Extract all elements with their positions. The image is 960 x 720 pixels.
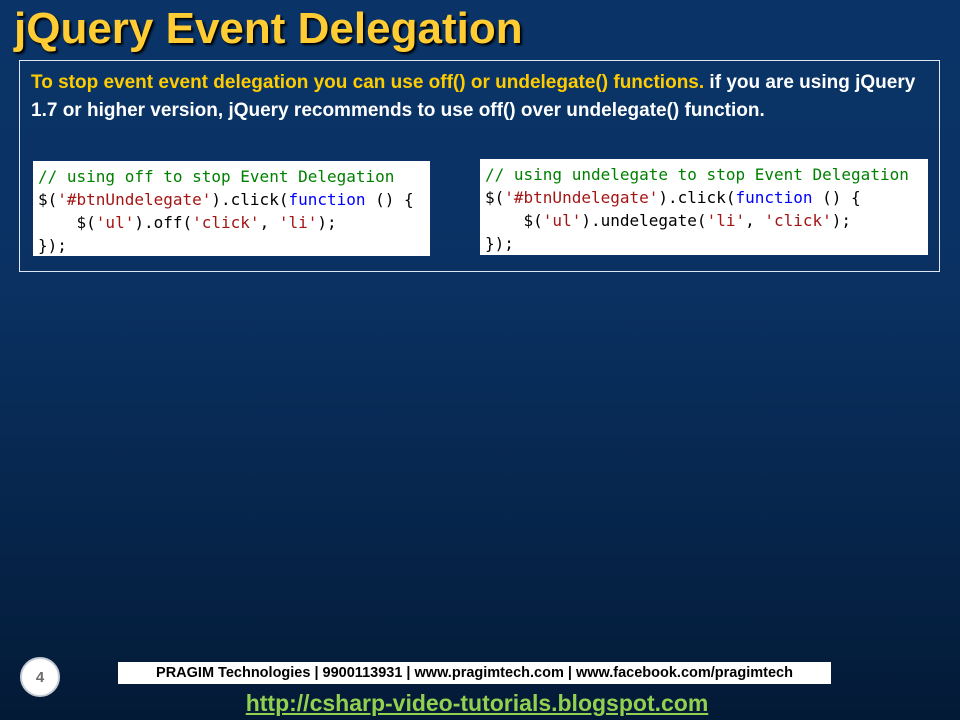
code-string: 'li' — [278, 213, 318, 232]
intro-highlight: To stop event event delegation you can u… — [31, 72, 705, 93]
code-string: 'li' — [706, 211, 746, 230]
code-string: '#btnUndelegate' — [57, 190, 212, 209]
code-string: 'ul' — [95, 213, 135, 232]
code-keyword: function — [735, 188, 813, 207]
code-token: }); — [38, 236, 67, 255]
code-token: () { — [365, 190, 414, 209]
code-token: ).click( — [211, 190, 289, 209]
code-comment: // using off to stop Event Delegation — [38, 167, 395, 186]
content-box: To stop event event delegation you can u… — [19, 60, 940, 272]
code-token: ).click( — [658, 188, 736, 207]
code-string: '#btnUndelegate' — [504, 188, 659, 207]
intro-paragraph: To stop event event delegation you can u… — [31, 69, 931, 125]
code-snippet-off: // using off to stop Event Delegation $(… — [33, 161, 430, 256]
code-token: , — [259, 213, 279, 232]
slide-title: jQuery Event Delegation — [14, 4, 523, 53]
code-token: ); — [831, 211, 852, 230]
page-number-badge: 4 — [20, 657, 60, 697]
code-token: }); — [485, 234, 514, 253]
code-string: 'click' — [764, 211, 832, 230]
code-token: $( — [38, 213, 96, 232]
code-comment: // using undelegate to stop Event Delega… — [485, 165, 909, 184]
code-token: ).off( — [134, 213, 193, 232]
code-string: 'ul' — [542, 211, 582, 230]
code-token: $( — [485, 211, 543, 230]
code-token: $( — [38, 190, 58, 209]
company-footer: PRAGIM Technologies | 9900113931 | www.p… — [118, 662, 831, 684]
code-token: () { — [812, 188, 861, 207]
code-token: ); — [317, 213, 337, 232]
code-token: $( — [485, 188, 505, 207]
blog-link[interactable]: http://csharp-video-tutorials.blogspot.c… — [234, 690, 720, 717]
code-string: 'click' — [192, 213, 260, 232]
code-keyword: function — [288, 190, 366, 209]
code-token: , — [745, 211, 765, 230]
code-token: ).undelegate( — [581, 211, 707, 230]
code-snippet-undelegate: // using undelegate to stop Event Delega… — [480, 159, 928, 255]
